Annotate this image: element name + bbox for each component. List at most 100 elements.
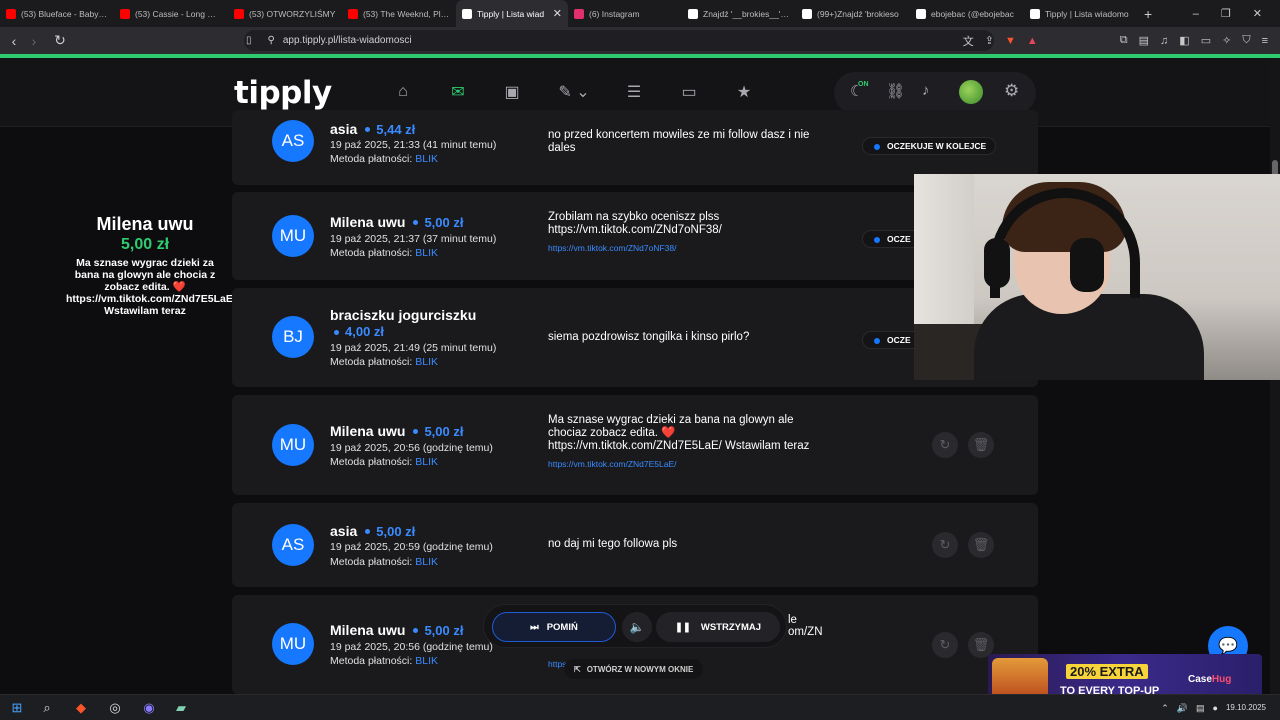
translate-icon[interactable]: 文 (963, 33, 974, 49)
tab-title: (53) Cassie - Long Way (135, 8, 222, 19)
donation-link[interactable]: https://vm.tiktok.com/ZNd7oNF38/ (548, 243, 676, 253)
promo-brand: CaseHug (1188, 674, 1231, 685)
donation-date: 19 paź 2025, 21:33 (41 minut temu) (330, 139, 497, 151)
notes-icon[interactable]: ▰ (172, 699, 190, 717)
browser-tab[interactable]: (99+)Znajdź 'brokieso (796, 0, 910, 27)
address-bar: ‹ › ↻ ▯ ⚲ app.tipply.pl/lista-wiadomosci… (0, 27, 1280, 54)
window-icon[interactable]: ▭ (678, 82, 700, 102)
search-icon[interactable]: ⌕ (38, 699, 56, 717)
close-tab-icon[interactable]: ✕ (553, 7, 562, 20)
back-icon[interactable]: ‹ (4, 33, 24, 49)
browser-tab[interactable]: (53) Blueface - Baby (O (0, 0, 114, 27)
reload-icon[interactable]: ↻ (50, 32, 70, 49)
browser-tab[interactable]: Tipply | Lista wiadomo (1024, 0, 1138, 27)
browser-tab[interactable]: (53) Cassie - Long Way (114, 0, 228, 27)
replay-icon[interactable]: ↻ (932, 532, 958, 558)
star-icon[interactable]: ★ (733, 82, 755, 102)
close-window-icon[interactable]: ✕ (1253, 7, 1262, 20)
extensions-icon[interactable]: ⧉ (1120, 34, 1128, 47)
leo-icon[interactable]: ✧ (1222, 34, 1231, 47)
url-text: app.tipply.pl/lista-wiadomosci (282, 35, 412, 46)
mic-icon[interactable]: ● (1213, 703, 1218, 713)
windows-taskbar: ⊞ ⌕ ◆ ◎ ◉ ▰ ⌃ 🔊 ▤ ● 19.10.2025 (0, 694, 1280, 720)
skip-label: POMIŃ (546, 621, 578, 633)
browser-tab[interactable]: Tipply | Lista wiad ✕ (456, 0, 568, 27)
network-icon[interactable]: ▤ (1196, 703, 1205, 714)
menu-icon[interactable]: ≡ (1262, 35, 1268, 47)
discord-icon[interactable]: ◉ (140, 699, 158, 717)
skip-button[interactable]: ⏭ POMIŃ (492, 612, 616, 642)
url-field[interactable]: ▯ ⚲ app.tipply.pl/lista-wiadomosci (244, 30, 994, 51)
browser-tab[interactable]: (6) Instagram (568, 0, 682, 27)
settings-gear-icon[interactable]: ⚙ (1004, 81, 1019, 101)
forward-icon[interactable]: › (24, 33, 44, 49)
open-new-window-button[interactable]: ⇱ OTWÓRZ W NOWYM OKNIE (564, 659, 704, 679)
sidebar-icon[interactable]: ◧ (1179, 34, 1189, 47)
replay-icon[interactable]: ↻ (932, 432, 958, 458)
donation-message: siema pozdrowisz tongilka i kinso pirlo? (548, 331, 750, 343)
tipply-logo[interactable]: tipply (234, 75, 332, 111)
brave-browser-icon[interactable]: ◆ (72, 699, 90, 717)
payment-method: Metoda płatności: BLIK (330, 456, 438, 468)
user-avatar[interactable] (959, 80, 983, 104)
donation-date: 19 paź 2025, 21:49 (25 minut temu) (330, 342, 497, 354)
donation-amount: 5,00 zł (424, 623, 464, 638)
browser-tab[interactable]: (53) OTWORZYLIŚMY (228, 0, 342, 27)
tab-title: Tipply | Lista wiadomo (1045, 8, 1129, 19)
brave-shield-icon[interactable]: ▼ (1005, 35, 1016, 47)
tab-title: Tipply | Lista wiad (477, 8, 545, 19)
tab-title: Znajdź '__brokies__' na (703, 8, 790, 19)
reading-list-icon[interactable]: ▤ (1139, 34, 1149, 47)
pause-button[interactable]: ❚❚ WSTRZYMAJ (656, 612, 780, 642)
date-text: 19.10.2025 (1225, 703, 1266, 712)
home-icon[interactable]: ⌂ (392, 82, 414, 102)
payment-value: BLIK (415, 556, 438, 568)
browser-tab[interactable]: ebojebac (@ebojebac (910, 0, 1024, 27)
app-icon[interactable]: ◎ (106, 699, 124, 717)
bell-icon[interactable]: ♪ (922, 82, 930, 99)
volume-icon[interactable]: 🔈 (622, 612, 652, 642)
link-icon[interactable]: ⛓ (886, 82, 905, 100)
edit-dropdown-icon[interactable]: ✎ ⌄ (556, 82, 592, 102)
donation-link[interactable]: https://vm.tiktok.com/ZNd7E5LaE/ (548, 459, 677, 469)
brave-rewards-icon[interactable]: ▲ (1027, 35, 1038, 47)
browser-tab[interactable]: (53) The Weeknd, Playb (342, 0, 456, 27)
tiktok-icon (916, 8, 926, 19)
donation-date: 19 paź 2025, 20:56 (godzinę temu) (330, 641, 493, 653)
new-tab-icon[interactable]: + (1144, 6, 1152, 22)
site-info-icon[interactable]: ⚲ (268, 35, 275, 46)
window-controls: – ❐ ✕ (1193, 0, 1280, 27)
payment-method: Metoda płatności: BLIK (330, 247, 438, 259)
payment-label: Metoda płatności: (330, 153, 413, 165)
pause-label: WSTRZYMAJ (700, 621, 762, 633)
vpn-icon[interactable]: ⛉ (1242, 34, 1250, 47)
bookmark-icon[interactable]: ▯ (246, 35, 252, 46)
alert-amount: 5,00 zł (120, 236, 170, 253)
donation-amount: 5,00 zł (376, 524, 416, 539)
browser-tab[interactable]: Znajdź '__brokies__' na (682, 0, 796, 27)
donation-card: AS asia 5,00 zł 19 paź 2025, 20:59 (godzi… (232, 503, 1038, 587)
delete-icon[interactable]: 🗑 (968, 432, 994, 458)
wallet-nav-icon[interactable]: ▣ (501, 82, 523, 102)
delete-icon[interactable]: 🗑 (968, 532, 994, 558)
tray-chevron-icon[interactable]: ⌃ (1161, 703, 1169, 714)
extension-icons: 文 ⇪ ▼ ▲ ⧉ ▤ ♫ ◧ ▭ ✧ ⛉ ≡ (963, 27, 1268, 54)
maximize-icon[interactable]: ❐ (1221, 7, 1231, 20)
dark-mode-badge: ON (858, 81, 869, 88)
payment-label: Metoda płatności: (330, 456, 413, 468)
windows-start-icon[interactable]: ⊞ (8, 699, 26, 717)
messages-icon[interactable]: ✉ (447, 82, 469, 102)
volume-tray-icon[interactable]: 🔊 (1177, 703, 1188, 714)
share-icon[interactable]: ⇪ (985, 34, 994, 47)
payment-method: Metoda płatności: BLIK (330, 153, 438, 165)
replay-icon[interactable]: ↻ (932, 632, 958, 658)
clock[interactable]: 19.10.2025 (1226, 703, 1266, 713)
minimize-icon[interactable]: – (1193, 8, 1199, 20)
wallet-icon[interactable]: ▭ (1201, 34, 1211, 47)
brand-part-b: Hug (1211, 674, 1232, 685)
donor-name: braciszku jogurciszku (330, 307, 477, 323)
media-icon[interactable]: ♫ (1160, 35, 1168, 47)
alert-name: Milena uwu (96, 214, 194, 234)
instagram-icon (574, 8, 584, 19)
list-icon[interactable]: ☰ (623, 82, 645, 102)
